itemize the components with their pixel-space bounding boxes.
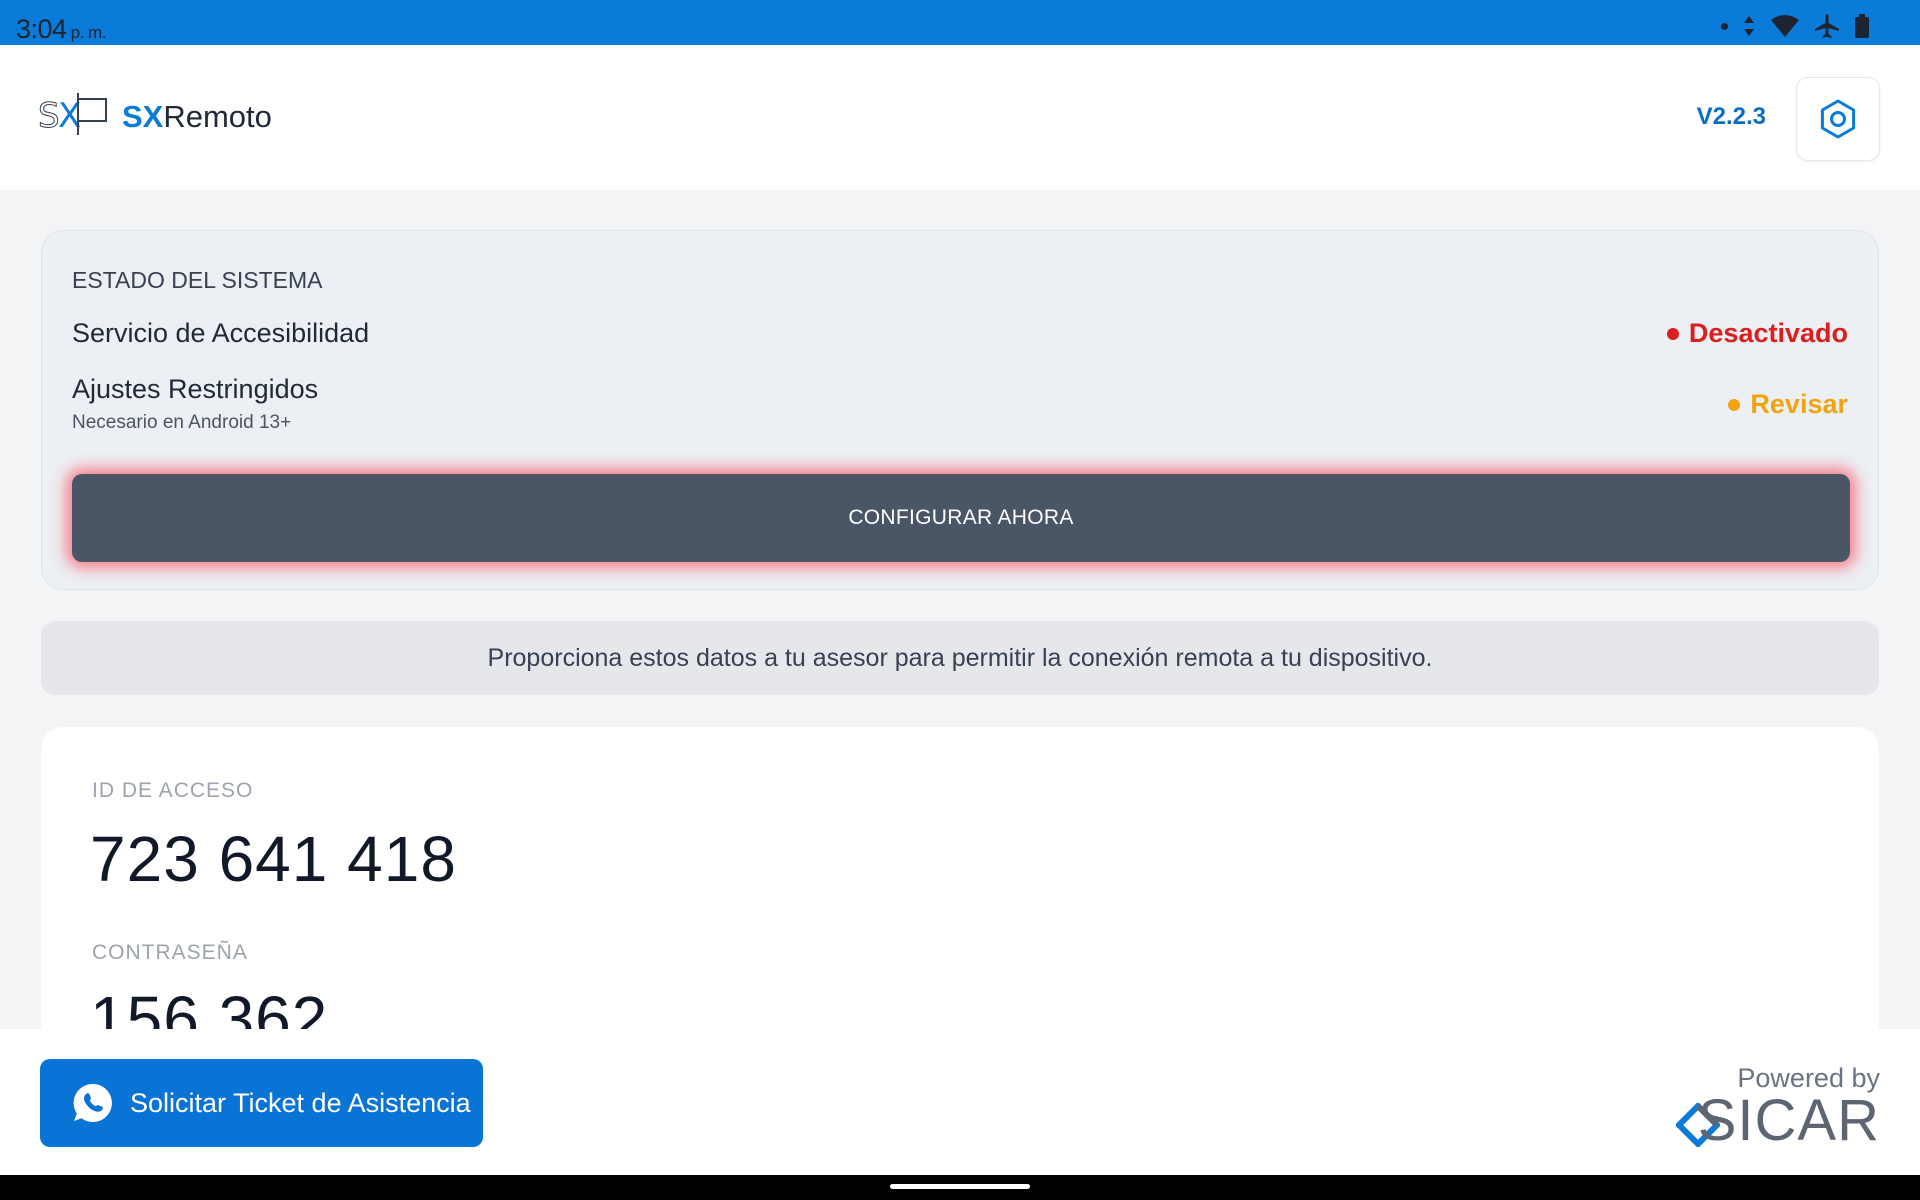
sx-logo-icon: S X <box>38 93 107 137</box>
access-id-label: ID DE ACCESO <box>92 779 254 802</box>
restricted-settings-sublabel: Necesario en Android 13+ <box>72 412 292 433</box>
restricted-settings-status-text: Revisar <box>1750 389 1848 419</box>
accessibility-service-label: Servicio de Accesibilidad <box>72 318 370 348</box>
accessibility-status-text: Desactivado <box>1688 318 1848 348</box>
restricted-settings-status[interactable]: Revisar <box>1728 389 1848 420</box>
restricted-settings-label: Ajustes Restringidos <box>72 374 319 404</box>
info-banner: Proporciona estos datos a tu asesor para… <box>41 621 1879 695</box>
notification-dot-icon <box>1721 22 1728 30</box>
settings-icon <box>1820 99 1856 139</box>
system-status-card: ESTADO DEL SISTEMA Servicio de Accesibil… <box>41 230 1879 590</box>
home-gesture-handle[interactable] <box>890 1184 1030 1189</box>
app-title-suffix: Remoto <box>163 99 272 134</box>
password-label: CONTRASEÑA <box>92 941 248 964</box>
accessibility-status[interactable]: Desactivado <box>1666 318 1848 349</box>
clock: 3:04 p. m. <box>16 14 106 45</box>
request-ticket-label: Solicitar Ticket de Asistencia <box>130 1087 471 1118</box>
status-dot-icon <box>1728 398 1741 411</box>
svg-text:S: S <box>38 96 60 136</box>
app-title: SXRemoto <box>122 99 272 135</box>
wifi-icon <box>1771 15 1799 37</box>
battery-icon <box>1855 14 1869 38</box>
whatsapp-icon <box>73 1083 112 1122</box>
airplane-icon <box>1815 14 1839 38</box>
powered-by-sicar: Powered by SICAR <box>1670 1063 1880 1153</box>
status-icons <box>1721 13 1870 39</box>
clock-time: 3:04 <box>16 14 67 44</box>
version-label: V2.2.3 <box>1696 103 1766 130</box>
app-title-prefix: SX <box>122 99 164 134</box>
request-ticket-button[interactable]: Solicitar Ticket de Asistencia <box>40 1059 483 1147</box>
status-bar: 3:04 p. m. <box>0 0 1920 45</box>
bottom-bar: Solicitar Ticket de Asistencia Powered b… <box>0 1029 1920 1175</box>
app-header: S X SXRemoto V2.2.3 <box>0 45 1920 190</box>
clock-ampm: p. m. <box>70 23 107 42</box>
data-arrows-icon <box>1744 16 1754 36</box>
system-status-title: ESTADO DEL SISTEMA <box>72 267 323 293</box>
settings-button[interactable] <box>1796 77 1880 161</box>
system-nav-bar <box>0 1175 1920 1200</box>
configure-now-button[interactable]: CONFIGURAR AHORA <box>72 474 1850 562</box>
access-id-value[interactable]: 723 641 418 <box>90 822 457 896</box>
status-dot-icon <box>1666 327 1679 340</box>
sicar-brand-text: SICAR <box>1697 1088 1880 1153</box>
